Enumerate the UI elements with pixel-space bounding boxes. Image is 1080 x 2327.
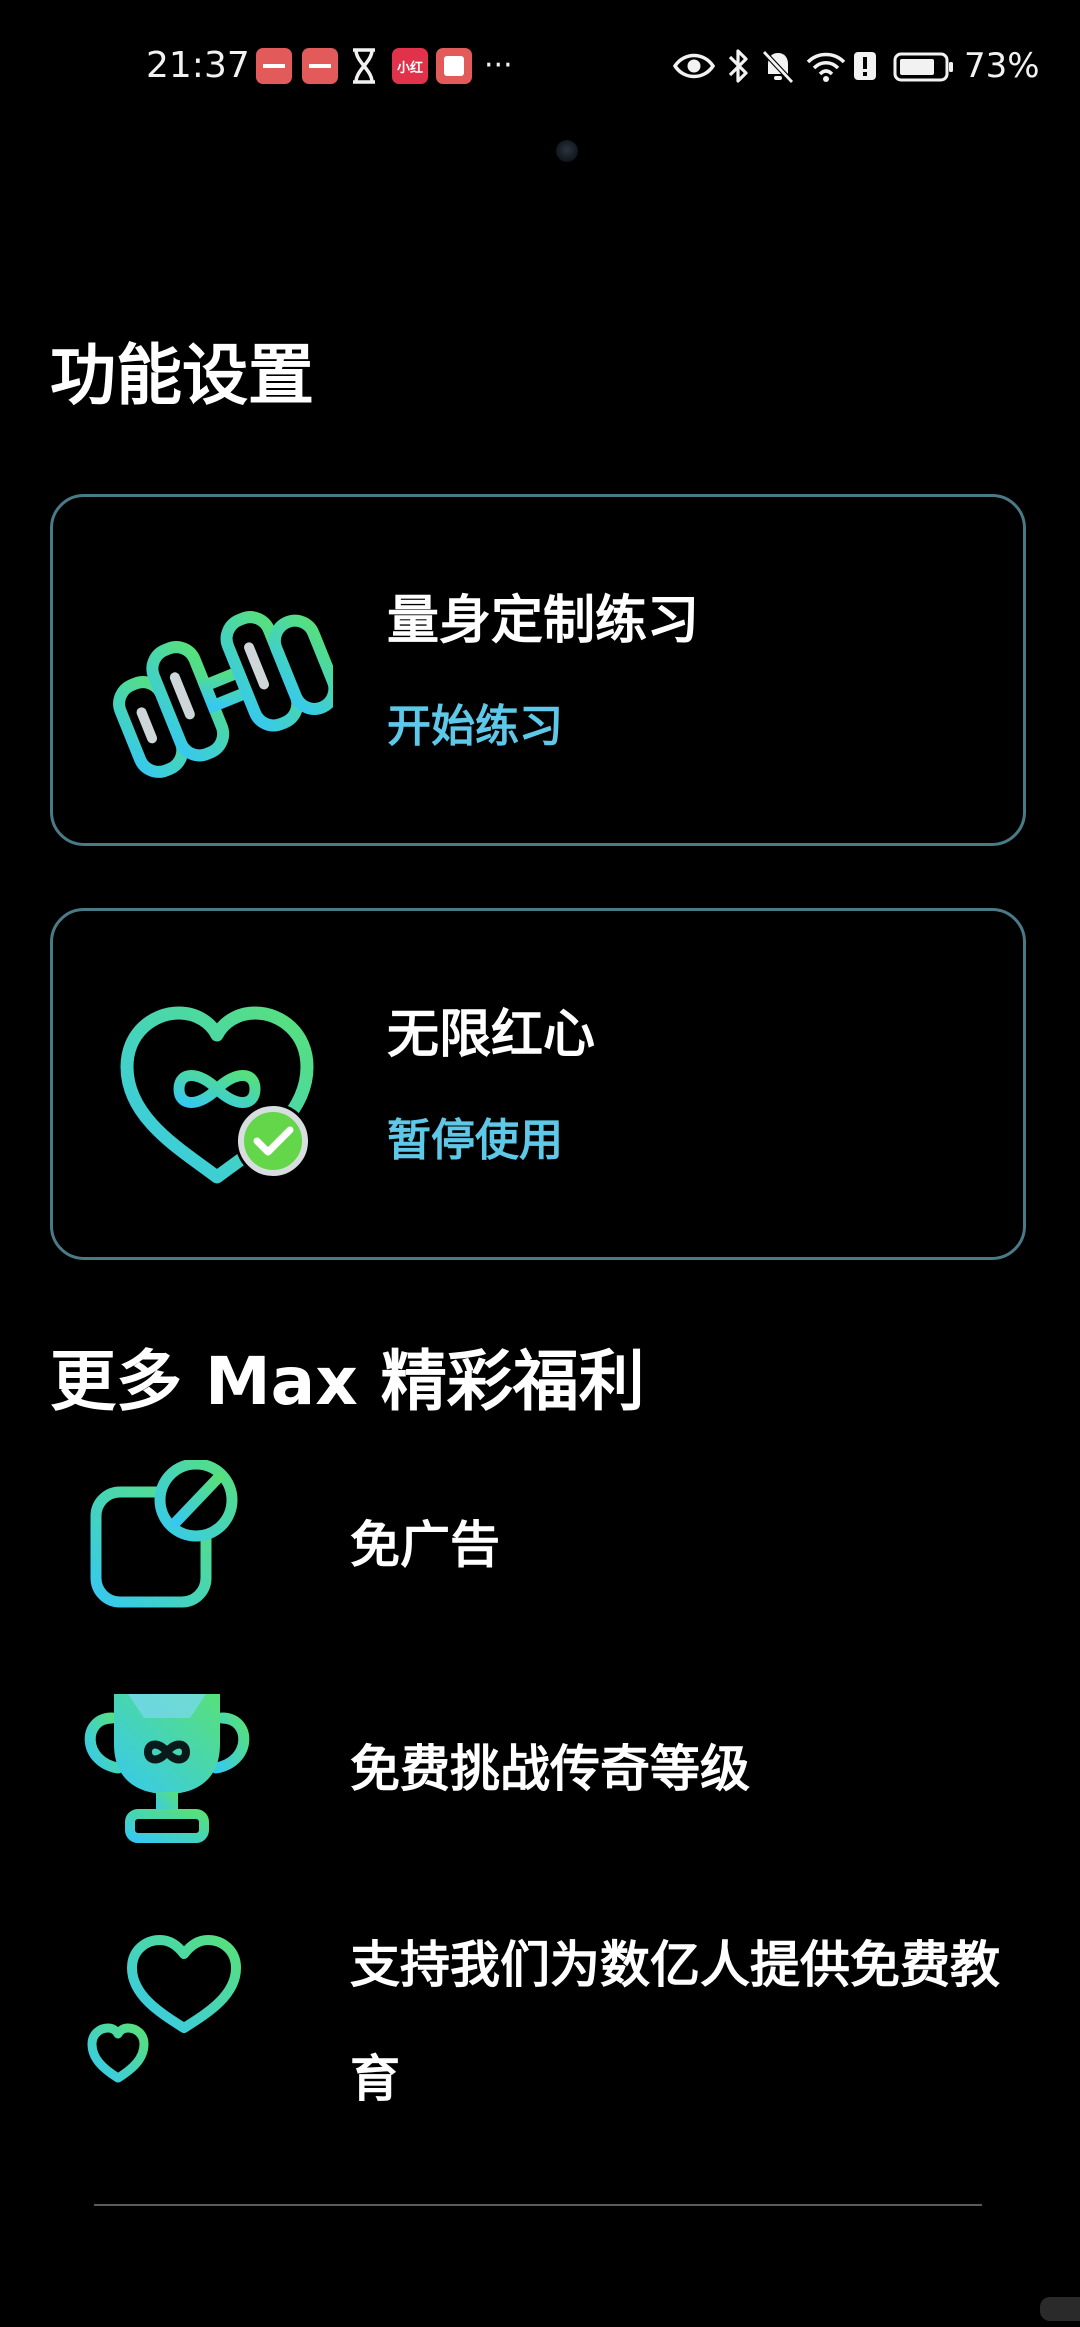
dumbbell-icon: [113, 611, 333, 778]
wifi-icon: [806, 52, 846, 82]
hourglass-icon: [353, 48, 375, 84]
benefit-legendary-level: 免费挑战传奇等级: [350, 1740, 750, 1798]
start-practice-button[interactable]: 开始练习: [387, 699, 563, 755]
infinity-heart-check-icon: [120, 1006, 314, 1184]
benefit-support-education: 支持我们为数亿人提供免费教育: [350, 1936, 1000, 2108]
hearts-icon: [87, 1935, 241, 2083]
benefit-no-ads: 免广告: [350, 1516, 500, 1574]
features-title: 功能设置: [50, 337, 314, 414]
more-notifications-indicator: ···: [484, 48, 513, 83]
divider: [94, 2204, 982, 2206]
bluetooth-icon: [728, 49, 748, 83]
bell-muted-icon: [762, 50, 794, 84]
pause-usage-button[interactable]: 暂停使用: [387, 1113, 563, 1169]
no-ads-icon: [90, 1460, 238, 1608]
card-title: 量身定制练习: [387, 591, 700, 651]
red-app-icon: 小红: [392, 48, 428, 84]
feature-card-unlimited-hearts[interactable]: 无限红心 暂停使用: [50, 908, 1026, 1260]
alert-icon: [854, 52, 876, 80]
front-camera: [556, 140, 578, 162]
status-time: 21:37: [146, 45, 250, 86]
feature-card-custom-practice[interactable]: 量身定制练习 开始练习: [50, 494, 1026, 846]
red-app-icon: [436, 48, 472, 84]
trophy-icon: [84, 1694, 250, 1843]
eye-icon: [672, 53, 716, 79]
watermark-badge: [1040, 2297, 1080, 2321]
status-bar: 21:37 小红 ··· 73%: [0, 0, 1080, 130]
svg-text:小红: 小红: [397, 60, 423, 76]
card-title: 无限红心: [387, 1005, 596, 1065]
battery-icon: [893, 52, 953, 82]
red-app-icon: [256, 48, 292, 84]
benefits-title: 更多 Max 精彩福利: [50, 1343, 645, 1420]
red-app-icon: [302, 48, 338, 84]
battery-percent: 73%: [964, 46, 1040, 86]
